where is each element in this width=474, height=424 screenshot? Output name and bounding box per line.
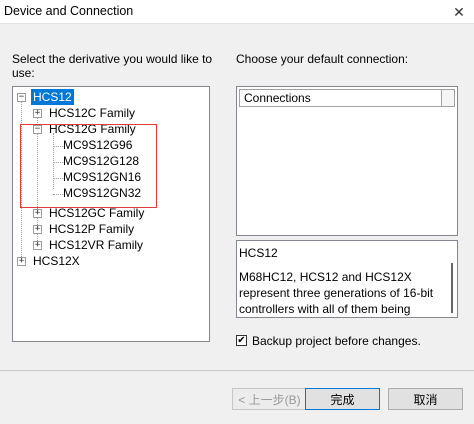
back-button[interactable]: < 上一步(B) bbox=[232, 388, 307, 410]
tree-item-label: HCS12P Family bbox=[49, 222, 135, 236]
tree-item-label: HCS12C Family bbox=[49, 106, 136, 120]
tree-item-label: HCS12 bbox=[31, 89, 74, 105]
highlight-box bbox=[20, 124, 157, 208]
column-header-end bbox=[441, 89, 455, 107]
device-connection-dialog: Device and Connection ✕ Select the deriv… bbox=[0, 0, 474, 424]
tree-item-label: HCS12VR Family bbox=[49, 238, 144, 252]
backup-checkbox[interactable]: ✔ bbox=[236, 335, 247, 346]
description-scrollbar[interactable] bbox=[451, 263, 453, 313]
window-title: Device and Connection bbox=[4, 4, 134, 18]
title-bar: Device and Connection ✕ bbox=[0, 0, 474, 24]
connections-list[interactable]: Connections bbox=[236, 86, 458, 236]
button-separator bbox=[0, 370, 474, 371]
description-text: HCS12 M68HC12, HCS12 and HCS12X represen… bbox=[239, 245, 439, 317]
description-title: HCS12 bbox=[239, 246, 278, 260]
finish-button[interactable]: 完成 bbox=[305, 388, 380, 410]
expand-icon[interactable]: + bbox=[33, 109, 42, 118]
tree-item-label: HCS12X bbox=[33, 254, 80, 268]
collapse-icon[interactable]: − bbox=[17, 93, 26, 102]
expand-icon[interactable]: + bbox=[17, 257, 26, 266]
cancel-button[interactable]: 取消 bbox=[388, 388, 463, 410]
description-box[interactable]: HCS12 M68HC12, HCS12 and HCS12X represen… bbox=[236, 240, 458, 318]
connection-prompt: Choose your default connection: bbox=[236, 52, 409, 66]
expand-icon[interactable]: + bbox=[33, 209, 42, 218]
connections-column-header[interactable]: Connections bbox=[239, 89, 441, 107]
derivative-prompt: Select the derivative you would like to bbox=[12, 52, 213, 66]
expand-icon[interactable]: + bbox=[33, 225, 42, 234]
expand-icon[interactable]: + bbox=[33, 241, 42, 250]
close-icon[interactable]: ✕ bbox=[444, 0, 474, 24]
derivative-prompt-line2: use: bbox=[12, 66, 35, 80]
backup-label: Backup project before changes. bbox=[252, 334, 421, 348]
description-body: M68HC12, HCS12 and HCS12X represent thre… bbox=[239, 270, 434, 316]
